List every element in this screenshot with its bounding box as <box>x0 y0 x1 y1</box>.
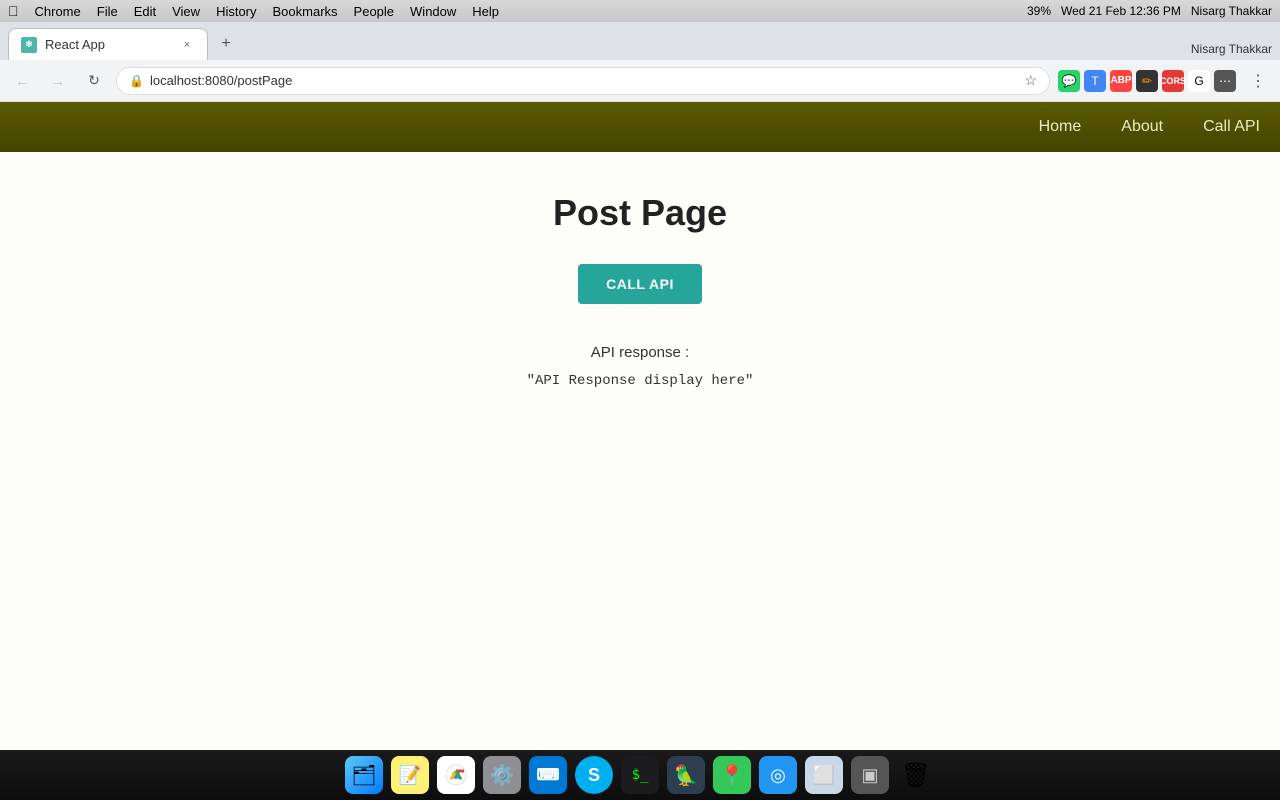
menu-file[interactable]: File <box>97 4 118 19</box>
tab-favicon: ⚛ <box>21 37 37 53</box>
dock-chrome-icon[interactable] <box>437 756 475 794</box>
ext-abp[interactable]: ABP <box>1110 70 1132 92</box>
new-tab-button[interactable]: + <box>212 30 240 58</box>
tab-title: React App <box>45 37 171 52</box>
dock-finder2-icon[interactable]: ⬜ <box>805 756 843 794</box>
chrome-menu-button[interactable]: ⋮ <box>1244 67 1272 95</box>
chrome-addressbar: ← → ↻ 🔒 localhost:8080/postPage ☆ 💬 T AB… <box>0 60 1280 102</box>
menu-view[interactable]: View <box>172 4 200 19</box>
dock-vscode-icon[interactable]: ⌨ <box>529 756 567 794</box>
app-navbar: Home About Call API <box>0 102 1280 152</box>
menu-history[interactable]: History <box>216 4 256 19</box>
browser-tab[interactable]: ⚛ React App × <box>8 28 208 60</box>
ext-google[interactable]: G <box>1188 70 1210 92</box>
ext-extra[interactable]: ⋯ <box>1214 70 1236 92</box>
api-response-label: API response : <box>591 344 689 361</box>
menu-bookmarks[interactable]: Bookmarks <box>273 4 338 19</box>
menu-edit[interactable]: Edit <box>134 4 156 19</box>
menu-people[interactable]: People <box>354 4 394 19</box>
menu-help[interactable]: Help <box>472 4 499 19</box>
dock-terminal-icon[interactable]: $_ <box>621 756 659 794</box>
page-title: Post Page <box>553 192 727 234</box>
api-response-value: "API Response display here" <box>527 373 754 389</box>
username: Nisarg Thakkar <box>1191 4 1272 18</box>
ext-eyedropper[interactable]: ✏ <box>1136 70 1158 92</box>
ext-cors[interactable]: CORS <box>1162 70 1184 92</box>
apple-logo[interactable]:  <box>8 3 19 19</box>
lock-icon: 🔒 <box>129 74 144 88</box>
extension-icons: 💬 T ABP ✏ CORS G ⋯ <box>1058 70 1236 92</box>
call-api-button[interactable]: CALL API <box>578 264 702 304</box>
nav-call-api[interactable]: Call API <box>1203 118 1260 136</box>
menu-window[interactable]: Window <box>410 4 456 19</box>
dock-multiwindow-icon[interactable]: ▣ <box>851 756 889 794</box>
dock-browser2-icon[interactable]: ◎ <box>759 756 797 794</box>
tabbar-right-controls: Nisarg Thakkar <box>1191 42 1272 60</box>
reload-button[interactable]: ↻ <box>80 67 108 95</box>
nav-about[interactable]: About <box>1121 118 1163 136</box>
nav-home[interactable]: Home <box>1039 118 1082 136</box>
url-text: localhost:8080/postPage <box>150 73 1018 88</box>
tab-close-button[interactable]: × <box>179 37 195 53</box>
mac-menubar:  Chrome File Edit View History Bookmark… <box>0 0 1280 22</box>
menu-chrome[interactable]: Chrome <box>35 4 81 19</box>
battery-indicator: 39% <box>1027 4 1051 18</box>
bookmark-star-icon[interactable]: ☆ <box>1024 72 1037 89</box>
dock-trash-icon[interactable]: 🗑 <box>897 756 935 794</box>
back-button[interactable]: ← <box>8 67 36 95</box>
ext-whatsapp[interactable]: 💬 <box>1058 70 1080 92</box>
dock: 🗂 📝 ⚙️ ⌨ S $_ 🦜 📍 ◎ ⬜ ▣ 🗑 <box>0 750 1280 800</box>
dock-notes-icon[interactable]: 📝 <box>391 756 429 794</box>
dock-settings-icon[interactable]: ⚙️ <box>483 756 521 794</box>
address-bar[interactable]: 🔒 localhost:8080/postPage ☆ <box>116 67 1050 95</box>
dock-parrot-icon[interactable]: 🦜 <box>667 756 705 794</box>
menubar-left:  Chrome File Edit View History Bookmark… <box>8 3 499 19</box>
forward-button[interactable]: → <box>44 67 72 95</box>
main-content: Post Page CALL API API response : "API R… <box>0 152 1280 750</box>
datetime: Wed 21 Feb 12:36 PM <box>1061 4 1181 18</box>
dock-skype-icon[interactable]: S <box>575 756 613 794</box>
menubar-right: 39% Wed 21 Feb 12:36 PM Nisarg Thakkar <box>1027 4 1272 18</box>
dock-maps-icon[interactable]: 📍 <box>713 756 751 794</box>
ext-translate[interactable]: T <box>1084 70 1106 92</box>
chrome-tabbar: ⚛ React App × + Nisarg Thakkar <box>0 22 1280 60</box>
user-profile[interactable]: Nisarg Thakkar <box>1191 42 1272 56</box>
tab-list: ⚛ React App × + <box>8 28 240 60</box>
dock-finder-icon[interactable]: 🗂 <box>345 756 383 794</box>
